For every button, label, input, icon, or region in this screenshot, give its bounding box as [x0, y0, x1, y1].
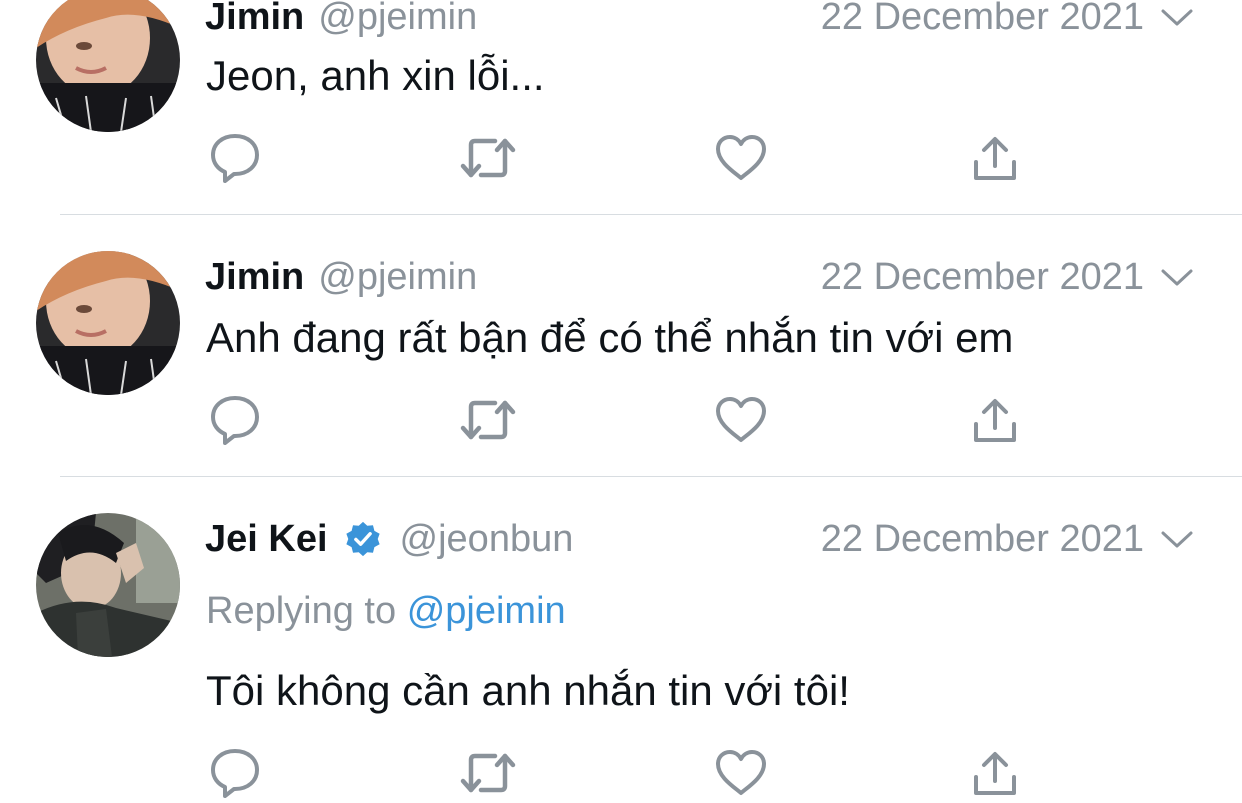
share-button[interactable]	[965, 392, 1025, 448]
tweet-header: Jimin @pjeimin	[205, 0, 477, 42]
tweet-actions	[0, 745, 1242, 801]
tweet-text: Jeon, anh xin lỗi...	[206, 52, 545, 99]
like-button[interactable]	[711, 130, 771, 186]
replying-to-label: Replying to	[206, 590, 397, 632]
display-name[interactable]: Jimin	[205, 0, 304, 39]
tweet-text: Anh đang rất bận để có thể nhắn tin với …	[206, 314, 1014, 361]
share-button[interactable]	[965, 745, 1025, 801]
retweet-icon	[460, 138, 516, 178]
share-upload-icon	[974, 752, 1016, 795]
replying-to: Replying to @pjeimin	[206, 590, 566, 633]
tweet-text: Tôi không cần anh nhắn tin với tôi!	[206, 667, 850, 714]
retweet-button[interactable]	[458, 130, 518, 186]
retweet-icon	[460, 753, 516, 793]
tweet-3[interactable]: Jei Kei @jeonbun 22 December 2021 Replyi…	[0, 477, 1242, 803]
share-upload-icon	[974, 399, 1016, 442]
heart-icon	[716, 135, 766, 180]
reply-bubble-icon	[211, 134, 259, 183]
display-name[interactable]: Jei Kei	[205, 518, 328, 561]
tweet-header: Jei Kei @jeonbun	[205, 514, 573, 564]
tweet-2[interactable]: Jimin @pjeimin 22 December 2021 Anh đang…	[0, 215, 1242, 476]
heart-icon	[716, 750, 766, 795]
reply-button[interactable]	[205, 392, 265, 448]
reply-button[interactable]	[205, 130, 265, 186]
verified-badge-icon	[345, 521, 380, 557]
avatar[interactable]	[36, 0, 180, 132]
retweet-button[interactable]	[458, 392, 518, 448]
avatar[interactable]	[36, 513, 180, 657]
tweet-date[interactable]: 22 December 2021	[821, 252, 1144, 302]
reply-bubble-icon	[211, 749, 259, 798]
user-handle[interactable]: @pjeimin	[318, 0, 477, 39]
like-button[interactable]	[711, 745, 771, 801]
reply-bubble-icon	[211, 396, 259, 445]
chevron-down-icon[interactable]	[1160, 530, 1194, 550]
retweet-icon	[460, 400, 516, 440]
tweet-header: Jimin @pjeimin	[205, 252, 477, 302]
user-handle[interactable]: @jeonbun	[400, 518, 574, 561]
tweet-date[interactable]: 22 December 2021	[821, 514, 1144, 564]
tweet-actions	[0, 130, 1242, 186]
user-handle[interactable]: @pjeimin	[318, 256, 477, 299]
reply-button[interactable]	[205, 745, 265, 801]
reply-mention-link[interactable]: @pjeimin	[407, 590, 566, 632]
tweet-actions	[0, 392, 1242, 448]
tweet-date[interactable]: 22 December 2021	[821, 0, 1144, 42]
like-button[interactable]	[711, 392, 771, 448]
tweet-1[interactable]: Jimin @pjeimin 22 December 2021 Jeon, an…	[0, 0, 1242, 214]
retweet-button[interactable]	[458, 745, 518, 801]
chevron-down-icon[interactable]	[1160, 268, 1194, 288]
heart-icon	[716, 397, 766, 442]
display-name[interactable]: Jimin	[205, 256, 304, 299]
share-upload-icon	[974, 137, 1016, 180]
avatar[interactable]	[36, 251, 180, 395]
share-button[interactable]	[965, 130, 1025, 186]
tweet-feed: Jimin @pjeimin 22 December 2021 Jeon, an…	[0, 0, 1242, 803]
chevron-down-icon[interactable]	[1160, 8, 1194, 28]
